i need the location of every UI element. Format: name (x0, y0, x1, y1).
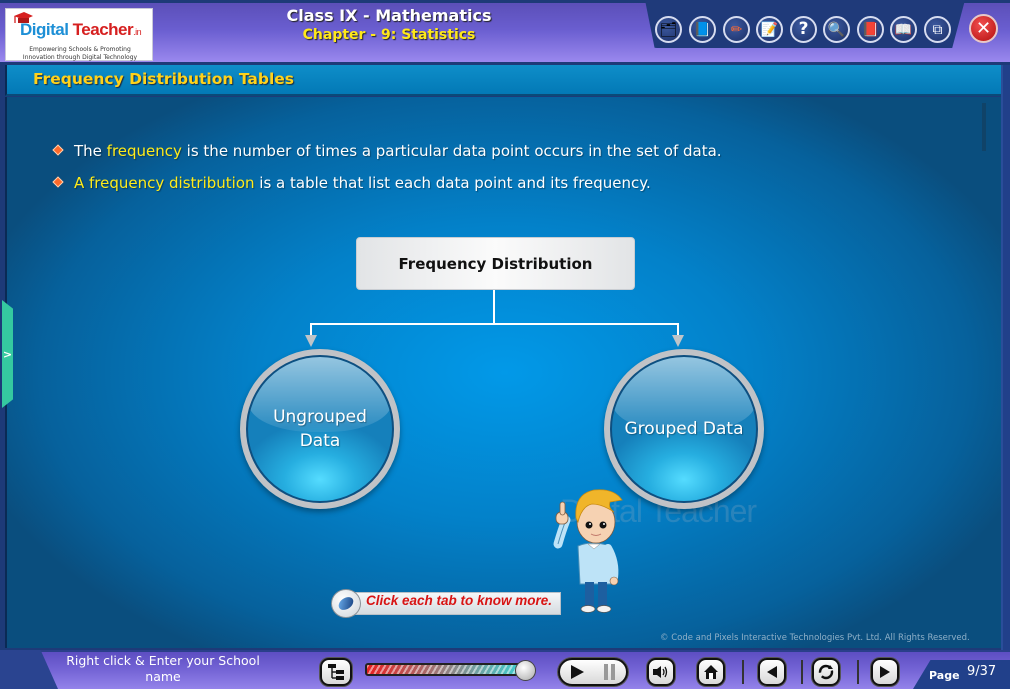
home-button[interactable] (697, 658, 725, 686)
replay-icon (818, 664, 834, 680)
audio-button[interactable] (647, 658, 675, 686)
course-title: Class IX - Mathematics (286, 6, 492, 25)
side-expand-tab[interactable]: > (2, 300, 13, 408)
tool-button-book[interactable]: 📘 (689, 16, 716, 43)
separator (801, 660, 803, 684)
label-line: Ungrouped (273, 407, 367, 427)
open-book-icon: 📖 (894, 21, 913, 38)
circle-face: Ungrouped Data (246, 355, 394, 503)
title-block: Class IX - Mathematics Chapter - 9: Stat… (250, 6, 528, 44)
playback-progress-bar[interactable] (365, 663, 531, 676)
tool-button-window-resize[interactable]: ⧉ (924, 16, 951, 43)
cartoon-boy-character (553, 489, 623, 613)
tool-button-open-book[interactable]: 📖 (890, 16, 917, 43)
ungrouped-data-label: Ungrouped Data (248, 405, 392, 453)
section-title: Frequency Distribution Tables (33, 70, 295, 88)
book-icon: 📘 (693, 21, 712, 38)
mouse-icon (331, 589, 361, 618)
label-line: Grouped Data (624, 419, 744, 439)
replay-button[interactable] (812, 658, 840, 686)
next-icon (880, 666, 890, 678)
play-icon (571, 665, 584, 679)
page-label: Page (929, 669, 960, 682)
label-line: Data (299, 431, 341, 451)
connector-line (493, 290, 495, 324)
magnifier-icon: 🔍 (827, 21, 846, 38)
previous-icon (767, 666, 777, 678)
logo-brand-suffix: .in (133, 27, 142, 37)
play-pause-button[interactable] (558, 658, 628, 686)
speaker-icon (653, 666, 668, 678)
scroll-indicator (982, 103, 986, 151)
clock-folder-icon: 🗂 (659, 21, 678, 38)
progress-slider-knob[interactable] (514, 660, 536, 681)
diamond-bullet-icon (52, 176, 64, 188)
top-toolbar: 🗂 📘 ✏ 📝 ? 🔍 📕 📖 ⧉ (645, 0, 965, 48)
logo-brand-teacher: Teacher (68, 20, 134, 39)
tool-button-red-book[interactable]: 📕 (857, 16, 884, 43)
separator (742, 660, 744, 684)
close-button[interactable]: ✕ (969, 14, 998, 43)
close-icon: ✕ (975, 18, 992, 39)
drawing-tablet-icon: ✏ (730, 21, 743, 38)
hint-text: Click each tab to know more. (366, 593, 553, 608)
next-page-button[interactable] (871, 658, 899, 686)
right-border (1001, 65, 1010, 650)
logo-brand: Digital Teacher.in (20, 20, 142, 40)
section-header: Frequency Distribution Tables (5, 65, 1003, 96)
help-icon: ? (798, 19, 809, 39)
bullet-text: is the number of times a particular data… (181, 142, 722, 160)
digital-teacher-logo: Digital Teacher.in Empowering Schools & … (5, 8, 153, 61)
app-window: Digital Teacher.in Empowering Schools & … (0, 0, 1010, 689)
red-book-icon: 📕 (861, 21, 880, 38)
tree-menu-icon (328, 664, 344, 680)
previous-page-button[interactable] (758, 658, 786, 686)
arrow-down-icon (672, 335, 684, 347)
window-resize-icon: ⧉ (932, 21, 943, 38)
copyright-notice: © Code and Pixels Interactive Technologi… (660, 633, 970, 643)
pause-icon (604, 664, 615, 680)
menu-tree-button[interactable] (320, 658, 352, 686)
diamond-bullet-icon (52, 144, 64, 156)
bullet-distribution-definition: A frequency distribution is a table that… (52, 174, 651, 192)
bullet-text: is a table that list each data point and… (254, 174, 651, 192)
connector-line (310, 323, 679, 325)
frequency-distribution-box[interactable]: Frequency Distribution (356, 237, 635, 290)
tool-button-drawing[interactable]: ✏ (723, 16, 750, 43)
tool-button-notepad[interactable]: 📝 (756, 16, 783, 43)
bullet-text: The (74, 142, 107, 160)
separator (857, 660, 859, 684)
circle-face: Grouped Data (610, 355, 758, 503)
logo-brand-digital: Digital (20, 20, 69, 39)
home-icon (704, 665, 718, 679)
logo-tagline-2: Innovation through Digital Technology (22, 54, 138, 61)
page-number: 9/37 (967, 664, 997, 679)
chapter-title: Chapter - 9: Statistics (302, 27, 476, 43)
notepad-icon: 📝 (760, 21, 779, 38)
school-name-field[interactable]: Right click & Enter your School name (58, 653, 268, 685)
grouped-data-label: Grouped Data (612, 417, 756, 441)
arrow-down-icon (305, 335, 317, 347)
tool-button-clock-folder[interactable]: 🗂 (655, 16, 682, 43)
logo-tagline-1: Empowering Schools & Promoting (29, 46, 131, 53)
tool-button-magnifier[interactable]: 🔍 (823, 16, 850, 43)
tool-button-help[interactable]: ? (790, 16, 817, 43)
bullet-frequency-definition: The frequency is the number of times a p… (52, 142, 722, 160)
ungrouped-data-tab[interactable]: Ungrouped Data (240, 349, 400, 509)
bullet-highlight: frequency (106, 142, 182, 160)
bullet-highlight: A frequency distribution (74, 174, 255, 192)
chevron-right-icon: > (2, 347, 13, 361)
